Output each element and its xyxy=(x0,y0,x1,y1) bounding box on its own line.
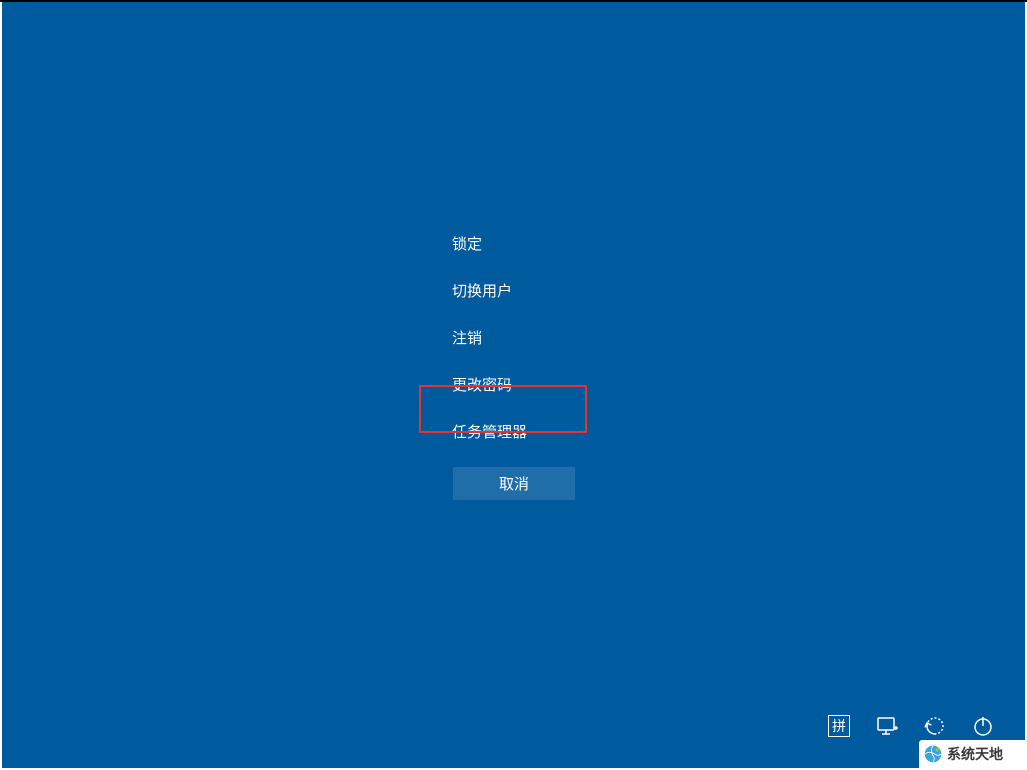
network-icon[interactable] xyxy=(875,714,899,738)
ime-icon[interactable]: 拼 xyxy=(827,714,851,738)
switch-user-option[interactable]: 切换用户 xyxy=(452,267,527,314)
power-icon[interactable] xyxy=(971,714,995,738)
ease-of-access-icon[interactable] xyxy=(923,714,947,738)
globe-icon xyxy=(923,744,943,764)
cancel-button[interactable]: 取消 xyxy=(453,467,575,500)
security-menu: 锁定 切换用户 注销 更改密码 任务管理器 xyxy=(452,220,527,455)
sign-out-option[interactable]: 注销 xyxy=(452,314,527,361)
watermark-text: 系统天地 xyxy=(947,744,1003,764)
system-tray: 拼 xyxy=(827,714,995,738)
lock-option[interactable]: 锁定 xyxy=(452,220,527,267)
task-manager-option[interactable]: 任务管理器 xyxy=(452,408,527,455)
watermark-badge: 系统天地 xyxy=(919,740,1025,768)
security-screen: 锁定 切换用户 注销 更改密码 任务管理器 取消 拼 xyxy=(2,2,1025,768)
change-password-option[interactable]: 更改密码 xyxy=(452,361,527,408)
